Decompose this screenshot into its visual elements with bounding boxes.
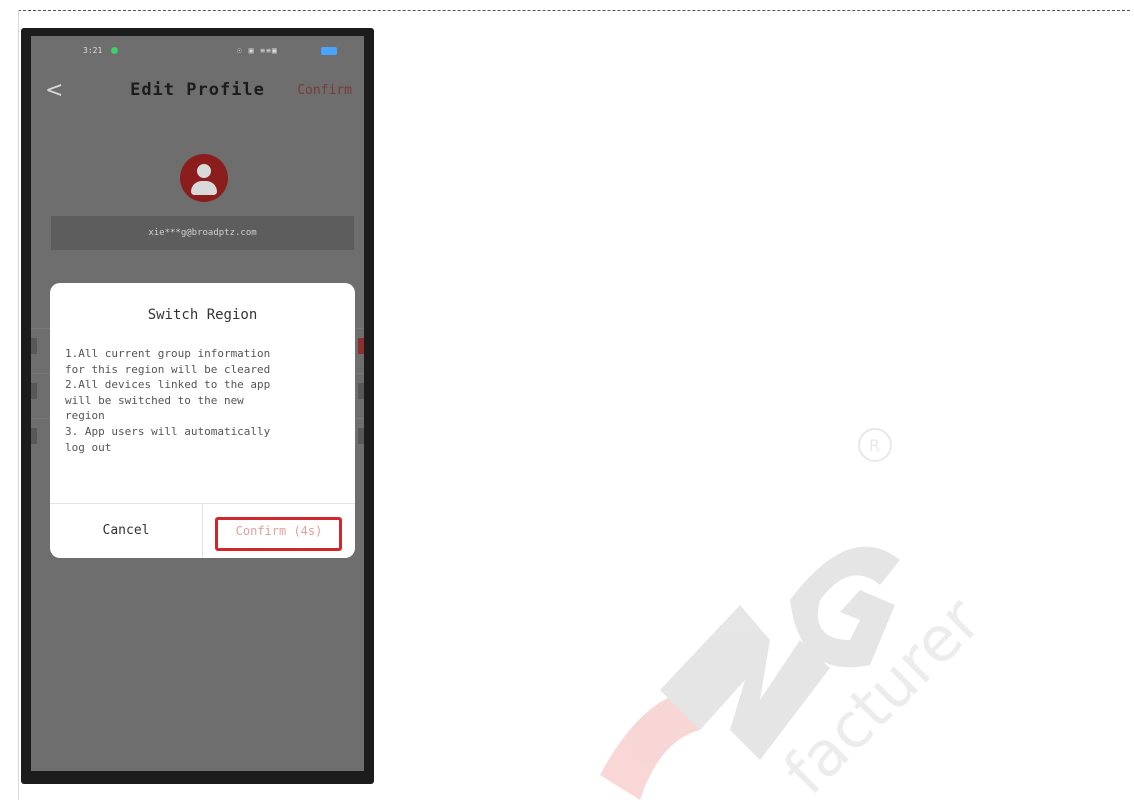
nav-bar: < Edit Profile Confirm xyxy=(31,74,364,110)
watermark-tagline: facturer xyxy=(769,583,994,802)
avatar[interactable] xyxy=(180,154,228,202)
highlight-box xyxy=(215,517,342,551)
cancel-button[interactable]: Cancel xyxy=(50,504,202,558)
phone-frame: 3:21 ☉ ▣ ≡≡▣ < Edit Profile Confirm xie*… xyxy=(21,28,374,784)
battery-icon xyxy=(321,47,337,55)
background-row-marker xyxy=(31,428,37,444)
dialog-line: 2.All devices linked to the app xyxy=(65,378,271,392)
dialog-line: log out xyxy=(65,440,112,454)
background-row-marker xyxy=(31,338,37,354)
dialog-line: will be switched to the new xyxy=(65,393,244,407)
switch-region-dialog: Switch Region 1.All current group inform… xyxy=(50,283,355,558)
status-icons: ☉ ▣ ≡≡▣ xyxy=(237,46,278,55)
page-left-rule xyxy=(18,10,19,800)
dialog-message: 1.All current group information for this… xyxy=(65,346,345,455)
notification-dot-icon xyxy=(111,47,118,54)
status-time: 3:21 xyxy=(83,46,103,55)
background-row-marker xyxy=(358,428,364,444)
dialog-line: 1.All current group information xyxy=(65,347,271,360)
nav-confirm-button[interactable]: Confirm xyxy=(297,83,352,98)
dialog-line: 3. App users will automatically xyxy=(65,424,271,438)
watermark-registered: R xyxy=(869,436,880,455)
status-bar: 3:21 ☉ ▣ ≡≡▣ xyxy=(31,44,364,60)
dialog-title: Switch Region xyxy=(147,307,258,323)
user-body-icon xyxy=(191,181,217,195)
user-head-icon xyxy=(197,164,211,178)
background-row-marker xyxy=(31,383,37,399)
phone-screen: 3:21 ☉ ▣ ≡≡▣ < Edit Profile Confirm xie*… xyxy=(31,36,364,771)
page-top-rule xyxy=(18,10,1130,11)
email-field[interactable]: xie***g@broadptz.com xyxy=(51,216,354,250)
background-row-marker xyxy=(358,338,364,354)
background-row-marker xyxy=(358,383,364,399)
dialog-line: region xyxy=(65,409,105,423)
dialog-line: for this region will be cleared xyxy=(65,362,271,376)
